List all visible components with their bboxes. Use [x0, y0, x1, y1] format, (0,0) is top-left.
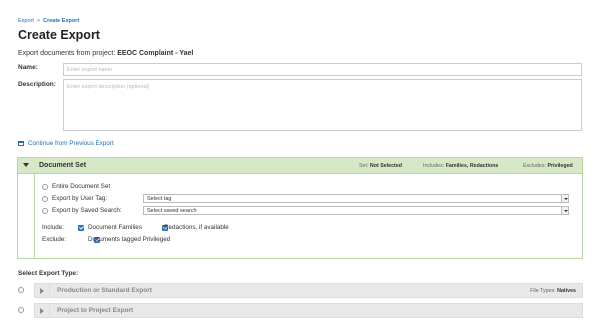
caret-right-icon	[40, 307, 44, 314]
document-set-header[interactable]: Document Set Set: Not Selected Includes:…	[18, 158, 582, 174]
document-families-checkbox[interactable]	[78, 225, 84, 231]
project-to-project-radio[interactable]	[18, 307, 24, 313]
includes-status-value: Families, Redactions	[445, 163, 499, 169]
continue-previous-export-link[interactable]: Continue from Previous Export	[18, 140, 114, 147]
set-status: Set: Not Selected	[359, 163, 402, 169]
entire-set-radio[interactable]	[42, 184, 48, 190]
user-tag-select[interactable]: Select tag	[143, 194, 569, 203]
project-name: EEOC Complaint - Yael	[117, 50, 194, 57]
page-title: Create Export	[18, 28, 100, 42]
saved-search-select-value: Select saved search	[147, 208, 197, 214]
document-set-side-gutter	[18, 174, 35, 258]
export-description-input[interactable]: Enter export description (optional)	[63, 79, 582, 131]
dropdown-arrow-icon[interactable]	[561, 194, 569, 203]
file-types-value: Natives	[557, 287, 576, 294]
description-label: Description:	[18, 81, 56, 88]
caret-right-icon	[40, 287, 44, 294]
project-subtitle: Export documents from project: EEOC Comp…	[18, 50, 193, 57]
excludes-status-value: Privileged	[547, 163, 573, 169]
set-status-value: Not Selected	[369, 163, 403, 169]
saved-search-select[interactable]: Select saved search	[143, 206, 569, 215]
breadcrumb-current[interactable]: Create Export	[43, 18, 79, 24]
export-name-input[interactable]: Enter export name	[63, 63, 582, 76]
calendar-icon	[18, 141, 24, 146]
privileged-label: Documents tagged Privileged	[88, 236, 171, 243]
document-set-panel: Document Set Set: Not Selected Includes:…	[17, 157, 583, 259]
dropdown-arrow-icon[interactable]	[561, 206, 569, 215]
includes-status: Includes: Families, Redactions	[423, 163, 498, 169]
redactions-label: Redactions, if available	[164, 224, 229, 231]
breadcrumb: Export > Create Export	[18, 18, 79, 24]
excludes-status-label: Excludes:	[523, 163, 546, 169]
project-to-project-label: Project to Project Export	[57, 307, 134, 314]
document-families-label: Document Families	[88, 224, 142, 231]
file-types-info: File Types: Natives	[530, 288, 576, 294]
collapse-caret-icon[interactable]	[23, 163, 29, 167]
exclude-label: Exclude:	[42, 236, 67, 243]
excludes-status: Excludes: Privileged	[523, 163, 573, 169]
production-export-radio[interactable]	[18, 287, 24, 293]
document-set-title: Document Set	[39, 162, 87, 169]
production-export-row[interactable]: Production or Standard Export File Types…	[34, 283, 583, 298]
subtitle-prefix: Export documents from project:	[18, 50, 116, 57]
project-to-project-row[interactable]: Project to Project Export	[34, 303, 583, 318]
name-label: Name:	[18, 64, 38, 71]
production-export-label: Production or Standard Export	[57, 287, 152, 294]
continue-link-label: Continue from Previous Export	[28, 140, 114, 147]
export-type-heading: Select Export Type:	[18, 270, 79, 277]
entire-set-label: Entire Document Set	[52, 183, 111, 190]
saved-search-label: Export by Saved Search:	[52, 207, 122, 214]
includes-status-label: Includes:	[423, 163, 445, 169]
breadcrumb-separator: >	[36, 18, 41, 24]
set-status-label: Set:	[359, 163, 369, 169]
production-expand-toggle[interactable]	[35, 284, 50, 297]
user-tag-label: Export by User Tag:	[52, 195, 108, 202]
breadcrumb-export-link[interactable]: Export	[18, 18, 34, 24]
saved-search-radio[interactable]	[42, 208, 48, 214]
user-tag-select-value: Select tag	[147, 196, 172, 202]
file-types-label: File Types:	[530, 287, 556, 294]
user-tag-radio[interactable]	[42, 196, 48, 202]
project-expand-toggle[interactable]	[35, 304, 50, 317]
include-label: Include:	[42, 224, 65, 231]
